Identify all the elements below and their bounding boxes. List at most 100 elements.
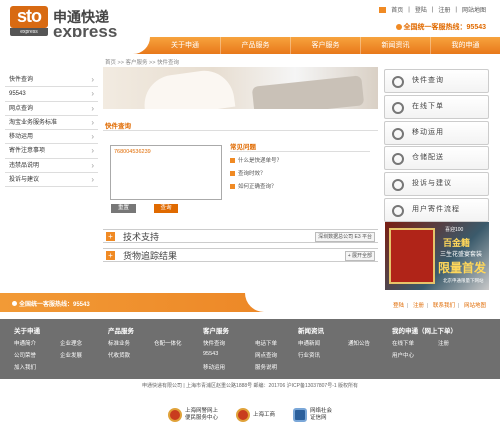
faq-item[interactable]: 查询时效？ xyxy=(230,168,282,181)
right-menu-warehouse[interactable]: 仓储配送 xyxy=(384,146,489,171)
tracking-number-input[interactable]: 768004536239 xyxy=(110,145,222,200)
footer-link[interactable]: 服务说明 xyxy=(255,363,295,371)
sidebar-item-taobao-standard[interactable]: 淘宝业务服务标准 xyxy=(5,116,98,131)
home-icon xyxy=(379,6,387,13)
top-link-register[interactable]: 注册 xyxy=(438,5,450,14)
hero-banner xyxy=(103,67,378,109)
badge-credit[interactable]: 网络社会 证信网 xyxy=(293,408,332,422)
footer-link[interactable]: 加入我们 xyxy=(14,363,54,371)
footer-hotline: 全国统一客服热线：95543 xyxy=(12,299,90,308)
footer-link[interactable]: 通知公告 xyxy=(348,339,388,347)
cart-icon xyxy=(392,101,404,114)
sidebar-item-prohibited[interactable]: 违禁品说明 xyxy=(5,159,98,174)
footer-link-contact[interactable]: 联系我们 xyxy=(433,303,455,309)
nav-my-sto[interactable]: 我的申通 xyxy=(430,37,500,54)
footer-col-title: 新闻资讯 xyxy=(298,328,324,335)
nav-customer-service[interactable]: 客户服务 xyxy=(290,37,360,54)
right-menu-express-query[interactable]: 快件查询 xyxy=(384,69,489,93)
badge-police[interactable]: 上海网警网上 便民服务中心 xyxy=(168,408,218,422)
ad-text: 限量首发 xyxy=(438,261,487,275)
nav-curve xyxy=(0,37,150,54)
footer-link[interactable]: 注册 xyxy=(438,339,478,347)
footer-link[interactable]: 仓配一体化 xyxy=(154,339,194,347)
footer-col-about: 关于申通 申通简介 企业理念 公司荣誉 企业发展 加入我们 xyxy=(14,325,100,371)
footer-link[interactable]: 快件查询 xyxy=(203,339,249,347)
hotline-text: 全国统一客服热线：95543 xyxy=(403,24,486,31)
footer-link[interactable]: 企业理念 xyxy=(60,339,100,347)
footer-col-products: 产品服务 标准业务 仓配一体化 代收货款 xyxy=(108,325,194,359)
top-link-home[interactable]: 首页 xyxy=(391,5,403,14)
faq-list: 什么是快递单号？ 查询时效？ 如何正确查询？ xyxy=(230,155,282,194)
footer-hotline-text: 全国统一客服热线：95543 xyxy=(19,302,90,308)
promo-ad[interactable]: 喜迎100 百金籍 三生花盛宴套装 限量首发 北京申通限量下网站 xyxy=(385,222,489,290)
right-menu-online-order[interactable]: 在线下单 xyxy=(384,94,489,119)
footer-link[interactable]: 企业发展 xyxy=(60,351,100,359)
footer: 关于申通 申通简介 企业理念 公司荣誉 企业发展 加入我们 产品服务 标准业务 … xyxy=(0,319,500,379)
search-icon xyxy=(392,76,404,88)
police-seal-icon xyxy=(168,408,182,422)
plus-icon: + xyxy=(106,251,115,260)
footer-link[interactable]: 申通简介 xyxy=(14,339,54,347)
sidebar-item-shipping-notes[interactable]: 寄件注意事项 xyxy=(5,144,98,159)
footer-col-my-sto: 我的申通（网上下单） 在线下单 注册 用户中心 xyxy=(392,325,478,359)
nav-news[interactable]: 新闻资讯 xyxy=(360,37,430,54)
hotline-top: 全国统一客服热线：95543 xyxy=(395,22,486,32)
ad-text: 三生花盛宴套装 xyxy=(440,252,483,258)
footer-link-login[interactable]: 登陆 xyxy=(393,303,404,309)
mobile-icon xyxy=(392,127,404,140)
footer-link[interactable]: 移动运用 xyxy=(203,363,249,371)
footer-link[interactable]: 网点查询 xyxy=(255,351,295,359)
divider: | xyxy=(455,6,457,13)
footer-link[interactable]: 标准业务 xyxy=(108,339,148,347)
footer-link[interactable]: 行业资讯 xyxy=(298,351,342,359)
banner-laptop-shape xyxy=(251,75,365,109)
footer-link-register[interactable]: 注册 xyxy=(413,303,424,309)
footer-col-customer-service: 客户服务 快件查询 电话下单 95543 网点查询 移动运用 服务说明 xyxy=(203,325,295,371)
reset-button[interactable]: 重置 xyxy=(111,204,136,213)
right-menu-complaints[interactable]: 投诉与建议 xyxy=(384,172,489,197)
nav-about[interactable]: 关于申通 xyxy=(150,37,220,54)
ad-product-image xyxy=(389,228,435,284)
tracking-result-bar[interactable]: + 货物追踪结果 + 展开全部 xyxy=(103,248,378,262)
main-nav: 关于申通 产品服务 客户服务 新闻资讯 我的申通 xyxy=(0,37,500,54)
footer-link[interactable]: 在线下单 xyxy=(392,339,432,347)
complaint-icon xyxy=(392,179,404,192)
footer-link[interactable]: 公司荣誉 xyxy=(14,351,54,359)
footer-col-title: 产品服务 xyxy=(108,328,134,335)
question-icon xyxy=(230,171,235,176)
plus-icon: + xyxy=(106,232,115,241)
badge-commerce[interactable]: 上海工商 xyxy=(236,408,275,422)
right-menu-mobile[interactable]: 移动运用 xyxy=(384,120,489,145)
expand-all-button[interactable]: + 展开全部 xyxy=(344,251,375,261)
footer-link[interactable]: 申通新闻 xyxy=(298,339,342,347)
top-link-login[interactable]: 登陆 xyxy=(415,5,427,14)
faq-item-label: 查询时效？ xyxy=(238,171,266,177)
right-menu: 快件查询 在线下单 移动运用 仓储配送 投诉与建议 用户寄件流程 xyxy=(384,69,489,224)
nav-products[interactable]: 产品服务 xyxy=(220,37,290,54)
tech-support-bar[interactable]: + 技术支持 深圳数据总公司 E3 平台 xyxy=(103,229,378,243)
footer-link-sitemap[interactable]: 网站地图 xyxy=(464,303,486,309)
query-title: 快件查询 xyxy=(105,123,131,130)
footer-link[interactable]: 代收货款 xyxy=(108,351,148,359)
top-links: 首页 | 登陆 | 注册 | 网站地图 xyxy=(379,5,486,14)
top-link-sitemap[interactable]: 网站地图 xyxy=(462,5,486,14)
question-icon xyxy=(230,184,235,189)
ad-text: 百金籍 xyxy=(443,238,471,248)
footer-link[interactable]: 用户中心 xyxy=(392,351,432,359)
sidebar-item-outlet-query[interactable]: 网点查询 xyxy=(5,102,98,116)
query-button[interactable]: 查询 xyxy=(154,204,178,213)
site-logo[interactable]: sto express 申通快递 express xyxy=(10,6,120,41)
sidebar-item-mobile[interactable]: 移动运用 xyxy=(5,130,98,145)
divider: | xyxy=(431,6,434,13)
faq-item[interactable]: 如何正确查询？ xyxy=(230,181,282,194)
footer-link[interactable]: 95543 xyxy=(203,351,249,359)
footer-link[interactable]: 电话下单 xyxy=(255,339,295,347)
faq-item[interactable]: 什么是快递单号？ xyxy=(230,155,282,168)
sidebar-item-complaints[interactable]: 投诉与建议 xyxy=(5,173,98,188)
right-menu-send-process[interactable]: 用户寄件流程 xyxy=(384,197,489,222)
faq-title: 常见问题 xyxy=(230,144,256,151)
sidebar-item-95543[interactable]: 95543 xyxy=(5,87,98,102)
commerce-seal-icon xyxy=(236,408,251,422)
badge-label: 上海工商 xyxy=(253,411,276,418)
sidebar-item-express-query[interactable]: 快件查询 xyxy=(5,73,98,88)
